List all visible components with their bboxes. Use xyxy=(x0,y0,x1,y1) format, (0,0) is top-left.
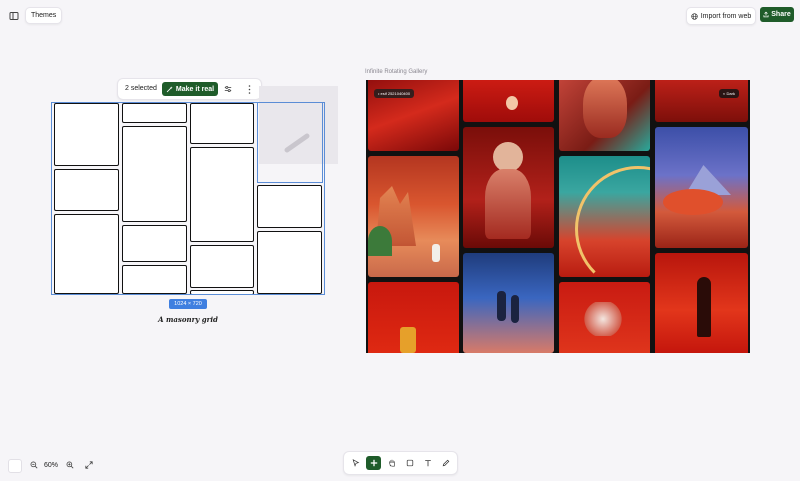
rotating-gallery-frame[interactable] xyxy=(366,80,750,353)
draw-tool[interactable] xyxy=(438,456,453,470)
rectangle-tool[interactable] xyxy=(402,456,417,470)
settings-button[interactable] xyxy=(222,83,234,95)
gallery-image xyxy=(368,282,459,353)
wand-icon xyxy=(166,85,173,92)
share-button[interactable]: Share xyxy=(760,7,794,22)
hand-tool[interactable] xyxy=(384,456,399,470)
make-it-real-label: Make it real xyxy=(175,85,215,93)
gallery-image xyxy=(655,127,748,248)
gallery-image xyxy=(463,127,554,248)
square-icon xyxy=(406,459,413,467)
gallery-image xyxy=(368,156,459,277)
more-vertical-icon xyxy=(248,84,250,94)
zoom-out-icon xyxy=(30,461,38,469)
add-tool[interactable] xyxy=(366,456,381,470)
text-icon xyxy=(424,460,431,467)
masonry-caption[interactable]: A masonry grid xyxy=(150,315,226,324)
sidebar-toggle-icon xyxy=(9,11,18,20)
share-icon xyxy=(763,11,769,18)
import-from-web-button[interactable]: Import from web xyxy=(686,7,756,25)
selection-frame xyxy=(51,102,325,295)
gallery-title: Infinite Rotating Gallery xyxy=(365,69,428,75)
selection-count: 2 selected xyxy=(125,85,157,92)
dimensions-badge: 1024 × 720 xyxy=(169,299,207,309)
more-options-button[interactable] xyxy=(244,83,254,95)
globe-icon xyxy=(691,12,698,20)
gallery-image xyxy=(559,156,650,277)
cursor-icon xyxy=(352,459,359,467)
pencil-icon xyxy=(442,459,449,467)
gallery-image xyxy=(463,80,554,122)
hand-icon xyxy=(388,459,395,467)
sliders-icon xyxy=(224,85,232,93)
selection-toolbar: 2 selected Make it real xyxy=(117,78,262,100)
gallery-image xyxy=(559,282,650,353)
import-label: Import from web xyxy=(700,12,752,20)
gallery-image xyxy=(463,253,554,353)
gallery-image xyxy=(655,80,748,122)
select-tool[interactable] xyxy=(348,456,363,470)
minimap-button[interactable] xyxy=(8,459,22,473)
gallery-tag: • esif 2521040400 xyxy=(374,89,415,98)
zoom-level[interactable]: 60% xyxy=(44,462,58,469)
fit-to-screen-button[interactable] xyxy=(83,459,95,471)
zoom-out-button[interactable] xyxy=(28,459,40,471)
text-tool[interactable] xyxy=(420,456,435,470)
zoom-in-button[interactable] xyxy=(64,459,76,471)
plus-icon xyxy=(370,459,377,467)
gallery-image xyxy=(655,253,748,353)
dark-mode-toggle[interactable]: ◐ Dark xyxy=(719,89,739,98)
make-it-real-button[interactable]: Make it real xyxy=(162,82,218,96)
sidebar-toggle-button[interactable] xyxy=(6,8,21,23)
themes-button[interactable]: Themes xyxy=(25,7,63,24)
share-label: Share xyxy=(771,11,791,18)
zoom-in-icon xyxy=(66,461,74,469)
gallery-image xyxy=(559,80,650,151)
drawing-toolbar xyxy=(343,451,458,475)
expand-icon xyxy=(85,461,93,469)
